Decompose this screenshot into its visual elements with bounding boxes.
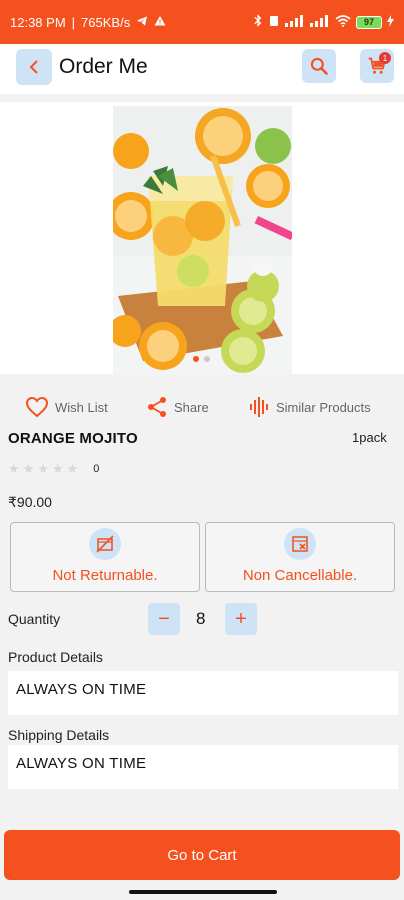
- star-icon: ★: [66, 461, 79, 476]
- quantity-decrement-button[interactable]: −: [148, 603, 180, 635]
- signal-icon: [285, 14, 305, 30]
- return-policy-card: Not Returnable.: [10, 522, 200, 592]
- cart-count-badge: 1: [379, 52, 391, 64]
- cancel-policy-card: Non Cancellable.: [205, 522, 395, 592]
- return-policy-label: Not Returnable.: [52, 567, 158, 584]
- status-right: 97: [253, 14, 394, 30]
- vibrate-icon: [268, 15, 280, 30]
- search-button[interactable]: [302, 49, 336, 83]
- share-label: Share: [174, 399, 209, 415]
- product-details-text: ALWAYS ON TIME: [8, 671, 398, 715]
- charging-icon: [387, 14, 394, 30]
- product-pack-size: 1pack: [352, 430, 387, 445]
- warning-icon: [154, 15, 166, 30]
- app-bar: Order Me 1: [0, 44, 404, 94]
- product-image-carousel[interactable]: [0, 102, 404, 374]
- cancel-policy-label: Non Cancellable.: [242, 567, 358, 584]
- product-details-title: Product Details: [8, 649, 103, 665]
- no-return-icon: [89, 528, 121, 560]
- star-icon: ★: [51, 461, 64, 476]
- quantity-value: 8: [196, 609, 206, 628]
- product-name: ORANGE MOJITO: [8, 430, 138, 447]
- product-actions: Wish List Share Similar Products: [0, 392, 404, 422]
- share-icon: [148, 397, 166, 417]
- heart-icon: [25, 396, 49, 418]
- wishlist-button[interactable]: Wish List: [25, 396, 108, 418]
- carousel-dots: [193, 356, 210, 362]
- cart-button[interactable]: 1: [360, 49, 394, 83]
- wifi-icon: [335, 14, 351, 30]
- status-time: 12:38 PM: [10, 14, 66, 30]
- signal-icon-2: [310, 14, 330, 30]
- quantity-increment-button[interactable]: +: [225, 603, 257, 635]
- shipping-details-title: Shipping Details: [8, 727, 110, 743]
- status-bar: 12:38 PM | 765KB/s 97: [0, 0, 404, 44]
- shipping-details-text: ALWAYS ON TIME: [8, 745, 398, 789]
- telegram-icon: [136, 15, 148, 30]
- star-icon: ★: [37, 461, 49, 476]
- bluetooth-icon: [253, 14, 263, 30]
- search-icon: [310, 57, 328, 75]
- battery-icon: 97: [356, 15, 382, 29]
- share-button[interactable]: Share: [146, 396, 209, 418]
- rating-count: 0: [93, 463, 100, 475]
- product-rating: ★ ★ ★ ★ ★ 0: [8, 461, 99, 477]
- page-title: Order Me: [59, 55, 148, 78]
- status-speed: 765KB/s: [81, 14, 131, 30]
- star-icon: ★: [8, 461, 20, 476]
- back-button[interactable]: [16, 49, 52, 85]
- gesture-nav-bar[interactable]: [129, 890, 277, 894]
- no-cancel-icon: [284, 528, 316, 560]
- quantity-label: Quantity: [8, 611, 61, 627]
- status-left: 12:38 PM | 765KB/s: [10, 15, 166, 30]
- star-icon: ★: [22, 461, 35, 476]
- wishlist-label: Wish List: [55, 399, 108, 415]
- carousel-dot-active[interactable]: [193, 356, 199, 362]
- content: Wish List Share Similar Products ORANGE …: [0, 94, 404, 900]
- product-image: [113, 106, 292, 374]
- chevron-left-icon: [29, 60, 38, 74]
- similar-products-label: Similar Products: [276, 399, 371, 415]
- go-to-cart-button[interactable]: Go to Cart: [4, 830, 400, 880]
- status-divider: |: [71, 14, 76, 30]
- waveform-icon: [250, 397, 268, 417]
- carousel-dot[interactable]: [204, 356, 210, 362]
- product-price: ₹90.00: [8, 494, 52, 510]
- similar-products-button[interactable]: Similar Products: [248, 396, 371, 418]
